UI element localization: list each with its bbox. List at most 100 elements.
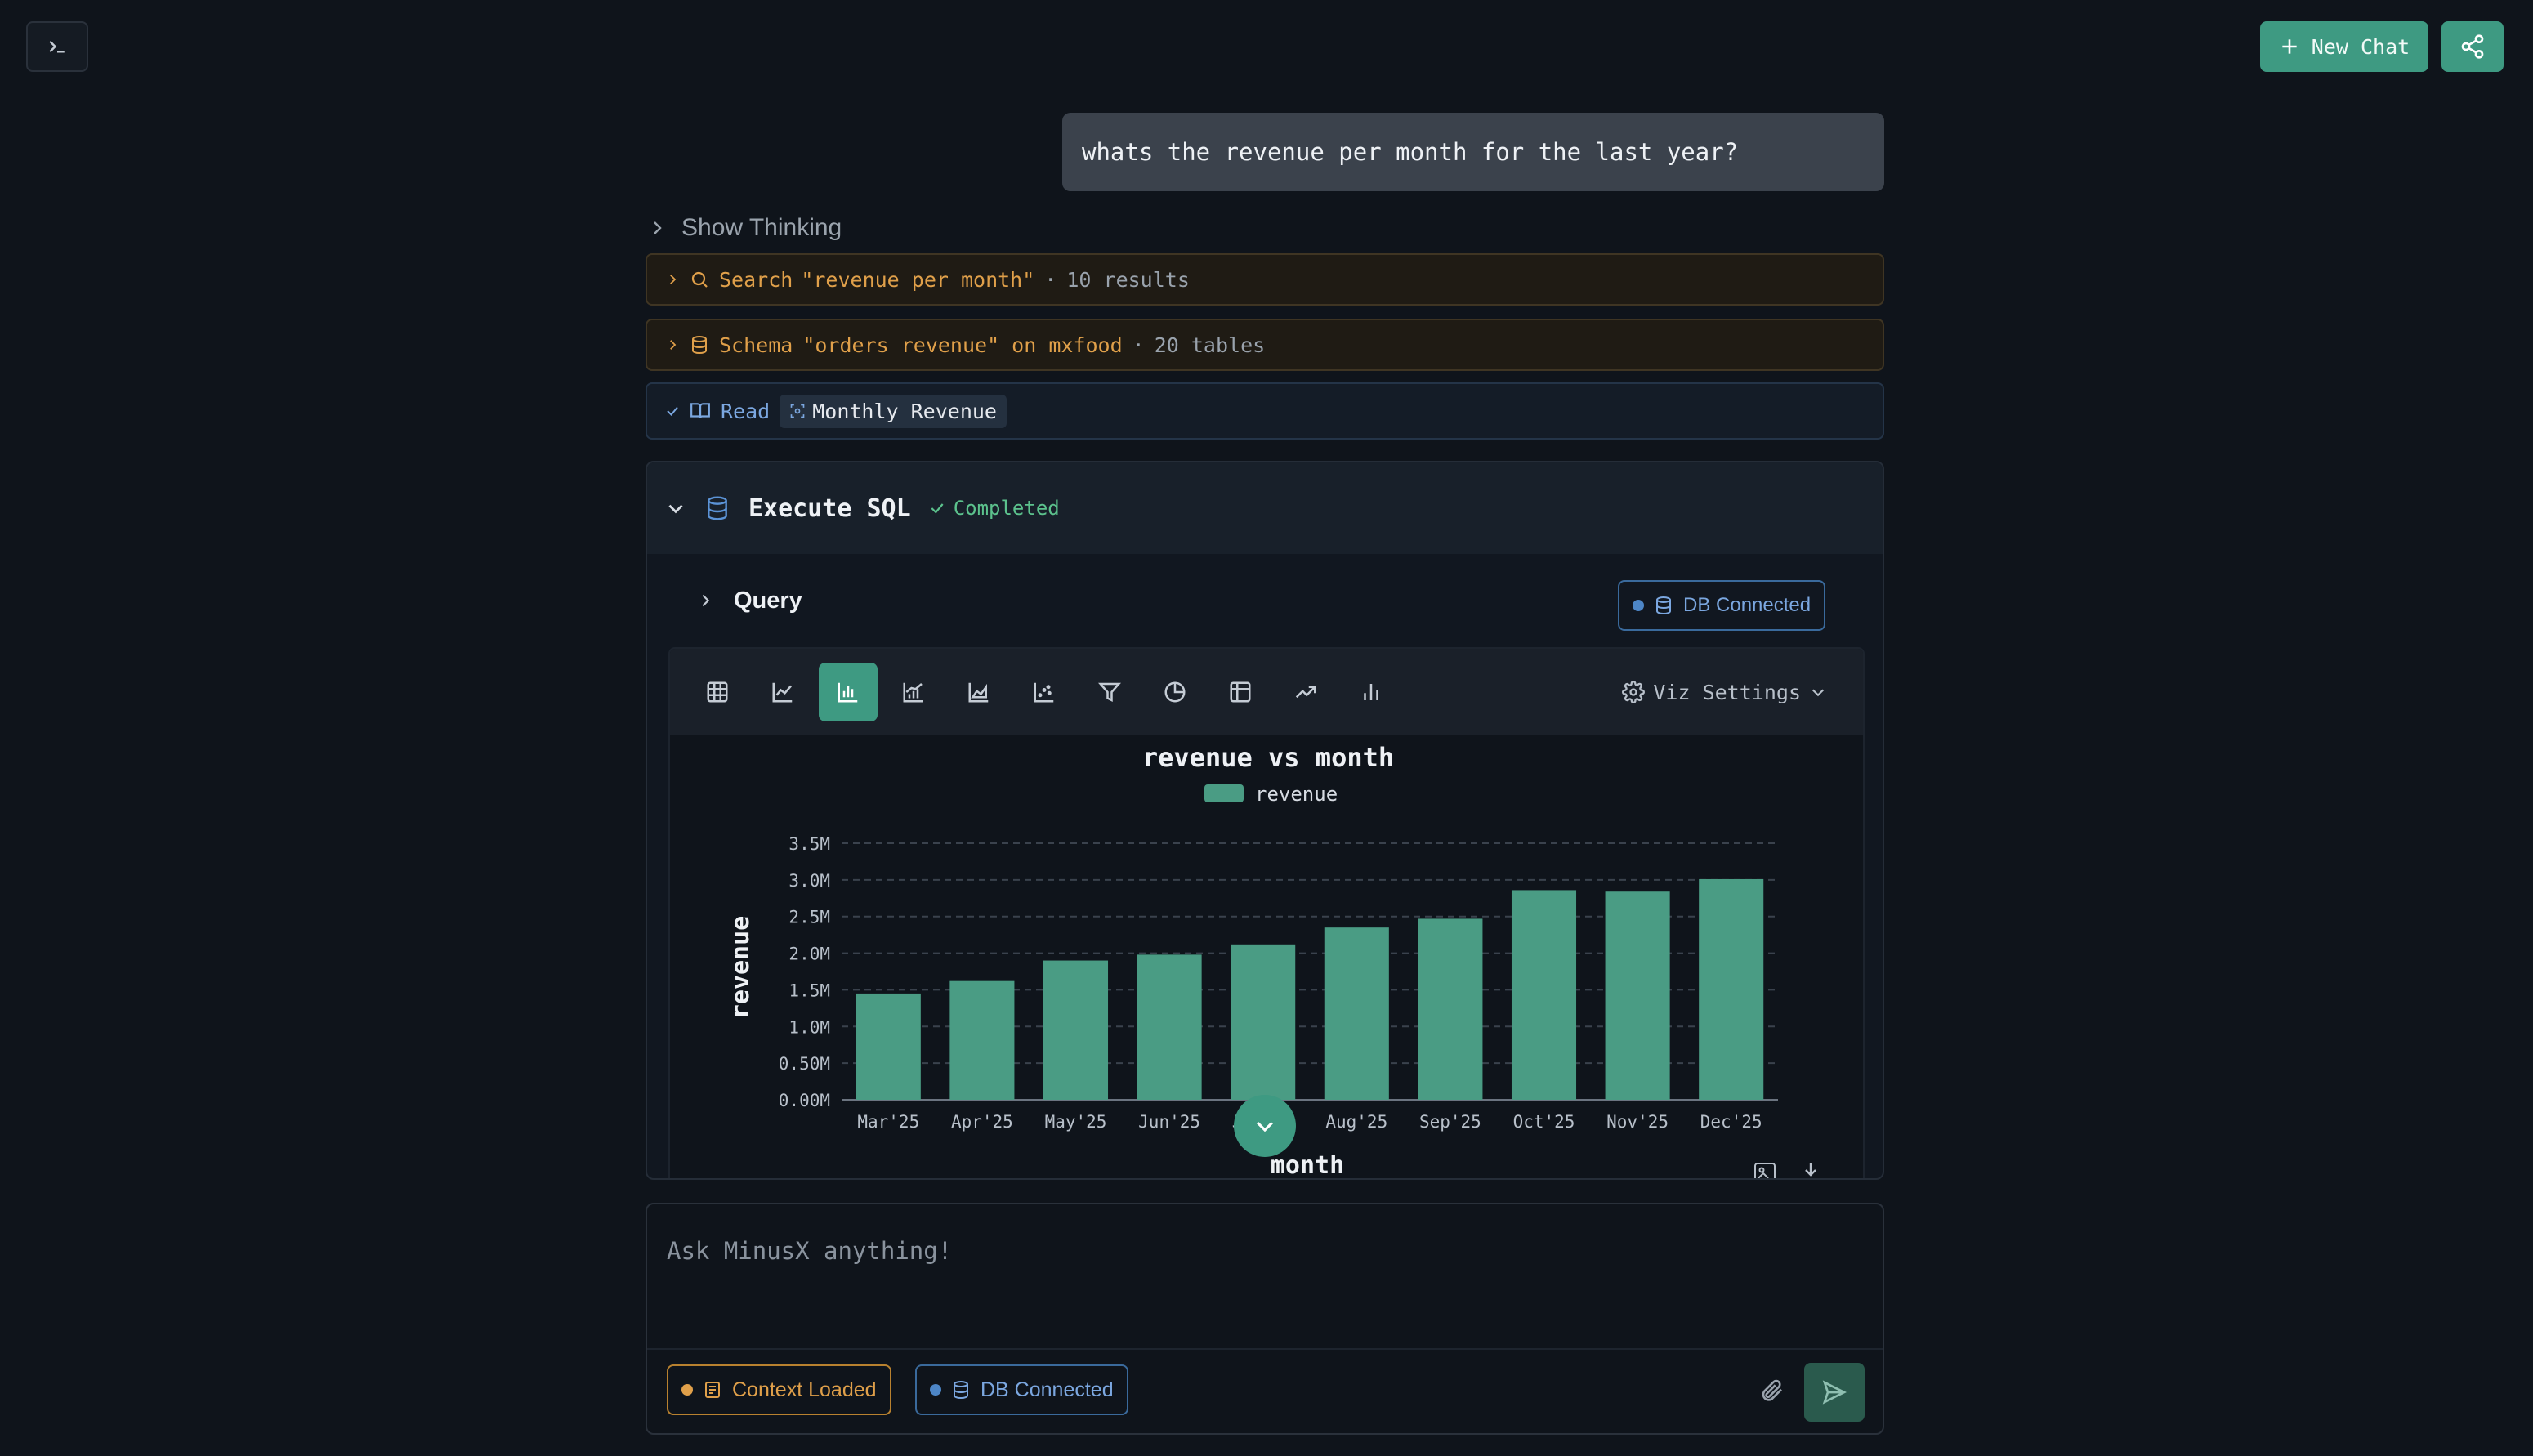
send-button[interactable] — [1804, 1363, 1865, 1422]
chevron-right-icon — [670, 275, 677, 284]
paperclip-icon — [1762, 1379, 1782, 1401]
viz-settings-label: Viz Settings — [1653, 680, 1801, 704]
chevron-right-icon — [670, 340, 677, 350]
share-icon — [2461, 34, 2484, 59]
y-tick-label: 0.50M — [779, 1054, 830, 1074]
viz-toolbar: Viz Settings — [670, 649, 1863, 735]
area-chart-icon — [968, 682, 989, 703]
plus-icon — [2282, 39, 2297, 54]
tool-call-search[interactable]: Search "revenue per month" · 10 results — [646, 253, 1884, 306]
share-button[interactable] — [2441, 21, 2504, 72]
new-chat-button[interactable]: New Chat — [2260, 21, 2428, 72]
check-icon — [667, 406, 678, 416]
y-tick-label: 3.0M — [788, 871, 830, 891]
bar[interactable] — [949, 980, 1015, 1100]
bar[interactable] — [1043, 960, 1109, 1100]
show-thinking-toggle[interactable]: Show Thinking — [647, 211, 842, 245]
y-tick-label: 2.5M — [788, 908, 830, 927]
pie-chart-button[interactable] — [1146, 663, 1204, 721]
database-icon — [692, 336, 707, 355]
divider — [647, 1348, 1883, 1350]
execute-sql-header[interactable]: Execute SQL Completed — [647, 462, 1883, 554]
bar[interactable] — [856, 993, 921, 1100]
legend-swatch — [1204, 784, 1244, 802]
db-connected-label: DB Connected — [1683, 594, 1812, 616]
database-icon — [954, 1381, 968, 1400]
chevron-down-icon — [1257, 1122, 1273, 1132]
attach-button[interactable] — [1755, 1374, 1788, 1407]
chevron-right-icon — [654, 221, 662, 234]
bar-chart-button[interactable] — [819, 663, 878, 721]
question-scan-icon — [790, 404, 805, 418]
x-tick-label: Oct'25 — [1513, 1112, 1575, 1132]
y-tick-label: 2.0M — [788, 945, 830, 964]
check-icon — [931, 503, 944, 514]
bar[interactable] — [1231, 944, 1296, 1100]
db-connected-badge[interactable]: DB Connected — [1618, 580, 1826, 631]
tool-call-separator: · — [1044, 267, 1057, 292]
y-axis-label: revenue — [726, 916, 755, 1019]
bar[interactable] — [1699, 878, 1764, 1100]
tool-call-separator: · — [1132, 333, 1145, 357]
user-message: whats the revenue per month for the last… — [1062, 113, 1884, 191]
status-dot — [681, 1384, 693, 1396]
x-tick-label: Sep'25 — [1419, 1112, 1481, 1132]
send-icon — [1822, 1380, 1847, 1405]
scatter-chart-button[interactable] — [1015, 663, 1074, 721]
y-tick-label: 1.0M — [788, 1017, 830, 1037]
chart-title: revenue vs month — [1142, 742, 1394, 773]
funnel-chart-button[interactable] — [1080, 663, 1139, 721]
scroll-to-bottom-button[interactable] — [1234, 1095, 1296, 1157]
line-chart-icon — [772, 682, 793, 703]
database-icon — [708, 496, 727, 520]
combo-chart-button[interactable] — [884, 663, 943, 721]
x-tick-label: Jun'25 — [1138, 1112, 1200, 1132]
bar[interactable] — [1137, 954, 1202, 1100]
tool-call-query: "orders revenue" on mxfood — [802, 333, 1123, 357]
context-loaded-badge[interactable]: Context Loaded — [667, 1364, 891, 1415]
tool-call-prefix: Read — [721, 399, 771, 423]
new-chat-label: New Chat — [2311, 34, 2410, 59]
pie-icon — [1164, 681, 1186, 703]
table-view-button[interactable] — [688, 663, 747, 721]
query-label: Query — [734, 587, 802, 614]
terminal-icon — [49, 40, 65, 53]
execute-sql-panel: Execute SQL Completed Query DB Connected — [646, 461, 1884, 1180]
row-chart-button[interactable] — [1342, 663, 1401, 721]
y-tick-label: 1.5M — [788, 980, 830, 1000]
chevron-down-icon[interactable] — [665, 498, 686, 519]
chat-input[interactable] — [667, 1237, 1811, 1265]
tool-call-query: "revenue per month" — [801, 267, 1035, 292]
area-chart-button[interactable] — [949, 663, 1008, 721]
download-image-icon[interactable] — [1754, 1163, 1776, 1180]
x-tick-label: Nov'25 — [1606, 1112, 1669, 1132]
pivot-table-button[interactable] — [1211, 663, 1270, 721]
x-axis-label: month — [1271, 1151, 1344, 1180]
legend-label: revenue — [1255, 783, 1338, 806]
viz-settings-button[interactable]: Viz Settings — [1622, 649, 1827, 735]
tool-call-prefix: Search — [719, 267, 793, 292]
download-icon[interactable] — [1803, 1163, 1819, 1180]
x-tick-label: Mar'25 — [857, 1112, 919, 1132]
bar-chart-icon — [838, 682, 858, 703]
terminal-toggle-button[interactable] — [26, 21, 88, 72]
bar[interactable] — [1511, 890, 1577, 1100]
row-chart-icon — [1364, 684, 1378, 700]
x-tick-label: Apr'25 — [951, 1112, 1013, 1132]
db-connected-badge[interactable]: DB Connected — [915, 1364, 1128, 1415]
line-chart-button[interactable] — [753, 663, 812, 721]
bar[interactable] — [1324, 927, 1389, 1100]
trend-icon — [1295, 686, 1316, 699]
bar[interactable] — [1605, 891, 1670, 1100]
y-tick-label: 3.5M — [788, 834, 830, 854]
tool-call-read[interactable]: Read Monthly Revenue — [646, 382, 1884, 440]
bar[interactable] — [1418, 918, 1483, 1100]
tool-call-result: 20 tables — [1154, 333, 1266, 357]
tool-call-prefix: Schema — [719, 333, 793, 357]
db-connected-label: DB Connected — [981, 1378, 1114, 1401]
monthly-revenue-tag[interactable]: Monthly Revenue — [780, 394, 1007, 428]
tool-call-schema[interactable]: Schema "orders revenue" on mxfood · 20 t… — [646, 319, 1884, 371]
database-icon — [1656, 596, 1671, 615]
combo-chart-icon — [903, 682, 923, 703]
trend-chart-button[interactable] — [1276, 663, 1335, 721]
